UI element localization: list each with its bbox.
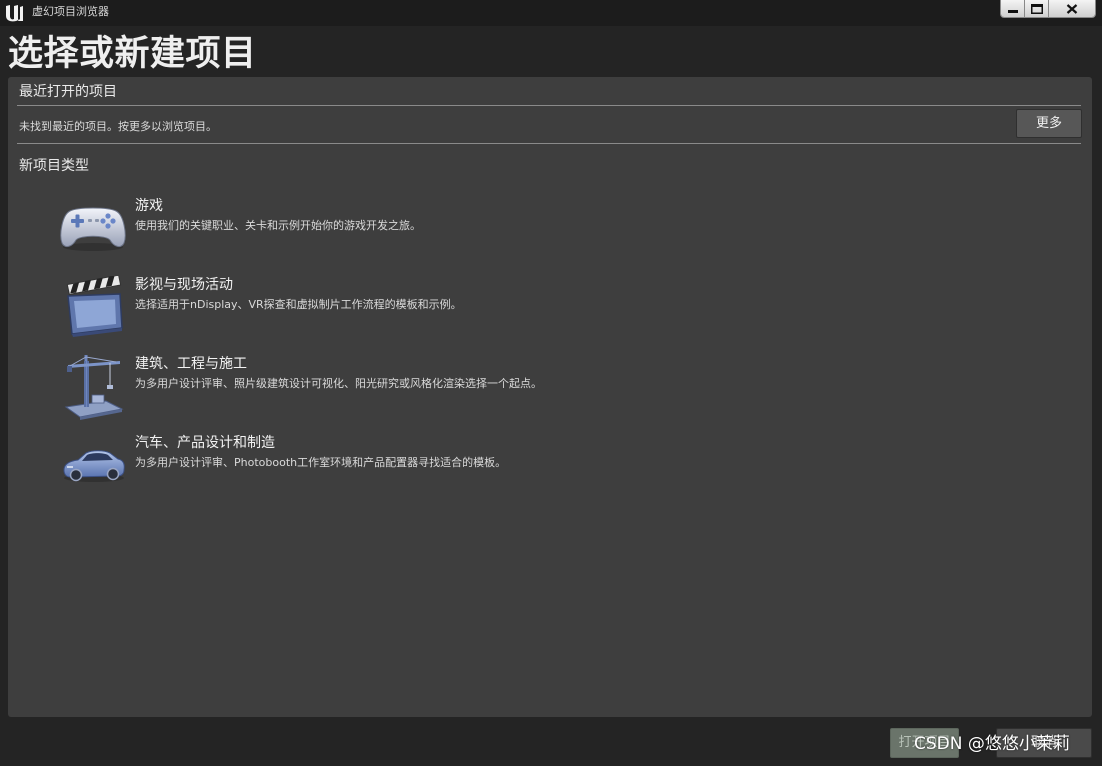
recent-projects-empty-message: 未找到最近的项目。按更多以浏览项目。 bbox=[19, 120, 217, 133]
category-games[interactable]: 游戏 使用我们的关键职业、关卡和示例开始你的游戏开发之旅。 bbox=[58, 197, 1058, 269]
car-icon bbox=[63, 450, 125, 482]
category-description: 为多用户设计评审、Photobooth工作室环境和产品配置器寻找适合的模板。 bbox=[135, 456, 507, 469]
divider bbox=[17, 105, 1081, 106]
category-title: 汽车、产品设计和制造 bbox=[135, 435, 275, 451]
category-title: 游戏 bbox=[135, 198, 163, 214]
window-controls bbox=[1000, 0, 1096, 18]
gamepad-icon bbox=[60, 207, 126, 251]
main-panel: 最近打开的项目 未找到最近的项目。按更多以浏览项目。 更多 新项目类型 游戏 使… bbox=[8, 77, 1092, 717]
unreal-logo-icon bbox=[6, 5, 23, 22]
category-description: 使用我们的关键职业、关卡和示例开始你的游戏开发之旅。 bbox=[135, 219, 421, 232]
window-title: 虚幻项目浏览器 bbox=[32, 5, 109, 18]
new-project-types-header: 新项目类型 bbox=[19, 158, 89, 174]
cancel-button[interactable]: 取消 bbox=[996, 728, 1092, 758]
category-film-live-events[interactable]: 影视与现场活动 选择适用于nDisplay、VR探查和虚拟制片工作流程的模板和示… bbox=[58, 276, 1058, 348]
open-project-button[interactable]: 打开项目 bbox=[890, 728, 959, 758]
crane-icon bbox=[64, 355, 124, 420]
category-description: 为多用户设计评审、照片级建筑设计可视化、阳光研究或风格化渲染选择一个起点。 bbox=[135, 377, 542, 390]
divider bbox=[17, 143, 1081, 144]
category-title: 建筑、工程与施工 bbox=[135, 356, 247, 372]
category-automotive[interactable]: 汽车、产品设计和制造 为多用户设计评审、Photobooth工作室环境和产品配置… bbox=[58, 434, 1058, 506]
category-architecture[interactable]: 建筑、工程与施工 为多用户设计评审、照片级建筑设计可视化、阳光研究或风格化渲染选… bbox=[58, 355, 1058, 427]
category-description: 选择适用于nDisplay、VR探查和虚拟制片工作流程的模板和示例。 bbox=[135, 298, 462, 311]
title-bar: 虚幻项目浏览器 bbox=[0, 0, 1102, 26]
more-button[interactable]: 更多 bbox=[1016, 109, 1082, 138]
minimize-icon bbox=[1007, 9, 1018, 13]
close-icon bbox=[1066, 3, 1078, 14]
close-button[interactable] bbox=[1049, 0, 1095, 17]
minimize-button[interactable] bbox=[1001, 0, 1025, 17]
page-title: 选择或新建项目 bbox=[8, 34, 257, 74]
clapperboard-icon bbox=[66, 276, 123, 337]
maximize-icon bbox=[1030, 3, 1043, 14]
maximize-button[interactable] bbox=[1025, 0, 1049, 17]
recent-projects-header: 最近打开的项目 bbox=[19, 84, 117, 100]
category-title: 影视与现场活动 bbox=[135, 277, 233, 293]
